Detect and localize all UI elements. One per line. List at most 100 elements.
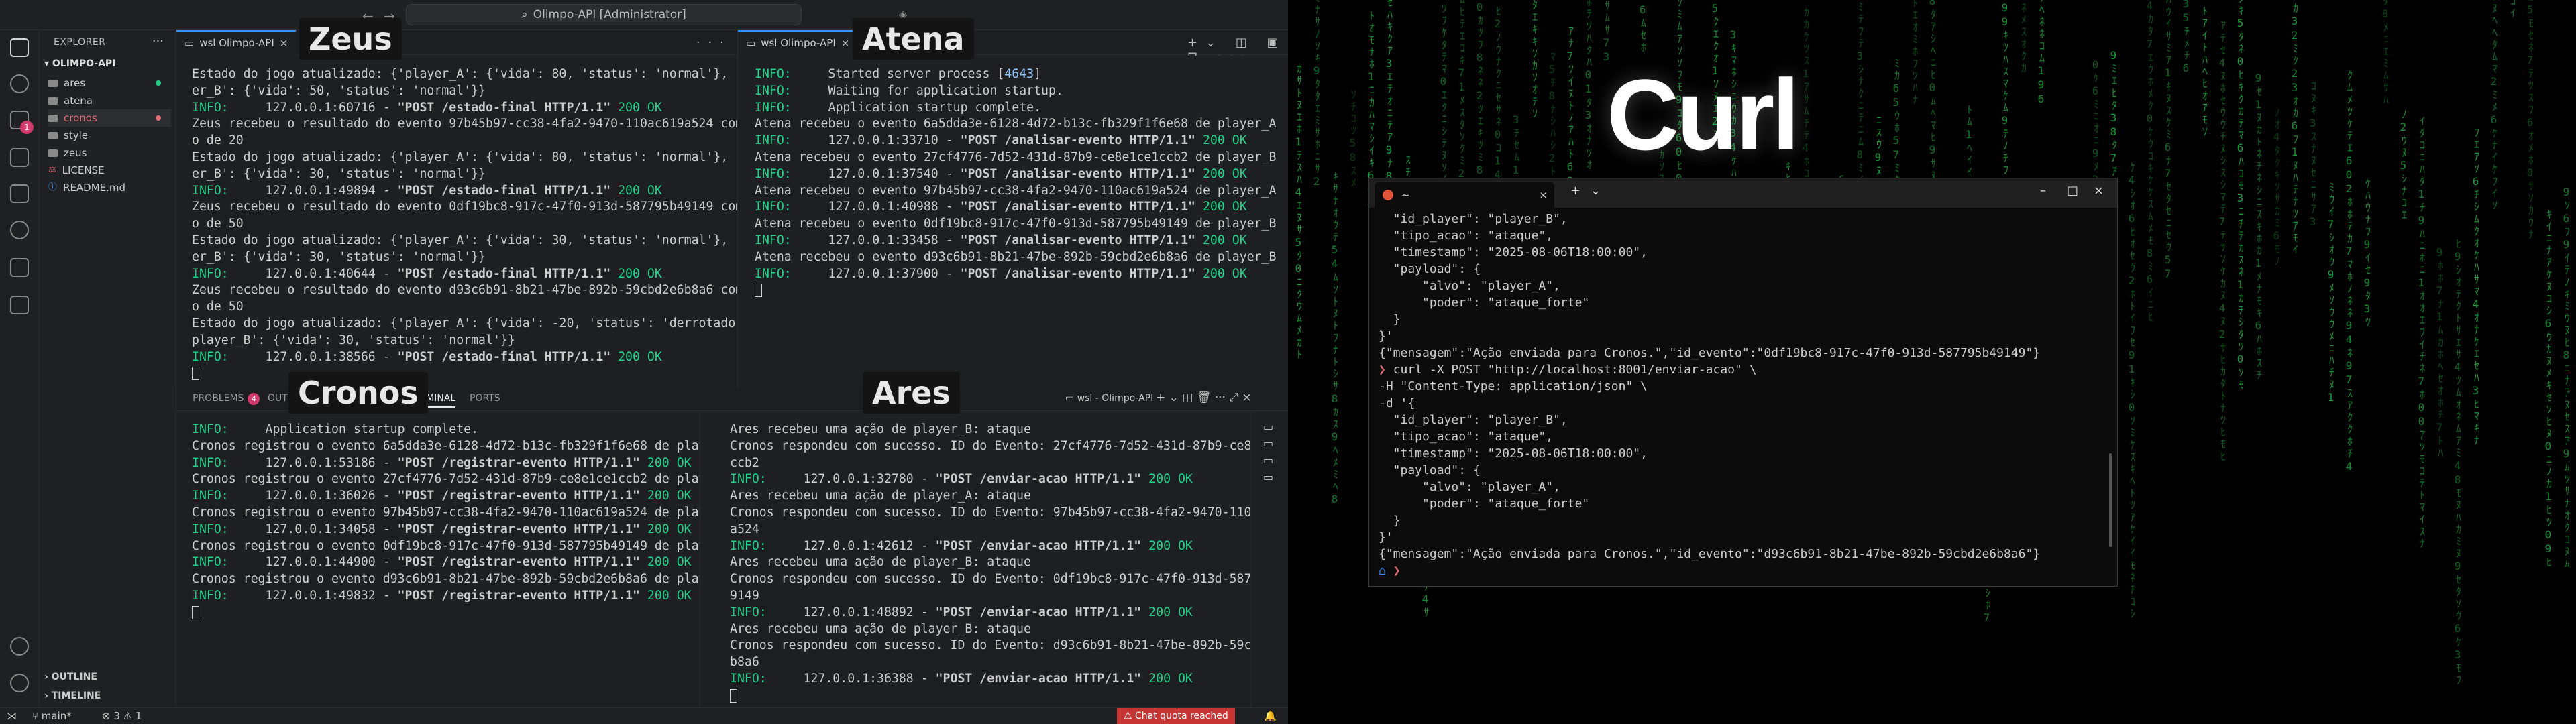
tree-item-zeus[interactable]: zeus: [48, 144, 87, 162]
terminal-text: Application startup complete.: [228, 422, 479, 436]
curl-terminal-output[interactable]: "id_player": "player_B", "tipo_acao": "a…: [1379, 210, 2040, 579]
terminal-line: "tipo_acao": "ataque",: [1379, 227, 2040, 244]
terminal-line: player_B': {'vida': 30, 'status': 'norma…: [192, 333, 737, 349]
problems-indicator[interactable]: ⊗ 3 ⚠ 1: [102, 710, 142, 722]
dropdown-icon[interactable]: ⌄: [1591, 184, 1601, 198]
cronos-terminal[interactable]: INFO: Application startup complete. Crono…: [176, 412, 700, 707]
terminal-text: Cronos respondeu com sucesso. ID do Even…: [730, 505, 1250, 520]
timeline-section[interactable]: › TIMELINE: [44, 690, 101, 701]
terminal-line: INFO: 127.0.0.1:48892 - "POST /enviar-ac…: [730, 605, 1250, 621]
more-actions-icon[interactable]: ···: [152, 34, 164, 48]
status-bar: ⋊ ⑂ main* ⊗ 3 ⚠ 1 ⚠ Chat quota reached 🔔: [0, 707, 1288, 724]
terminal-text: }: [1379, 312, 1401, 326]
tab-problems[interactable]: PROBLEMS 4: [193, 393, 260, 405]
extensions-icon[interactable]: [10, 296, 29, 314]
terminal-line: o de 20: [192, 133, 737, 149]
terminal-text: 9149: [730, 588, 759, 603]
tree-item-style[interactable]: style: [48, 127, 88, 144]
terminal-text: "POST /analisar-evento HTTP/1.1": [960, 166, 1196, 181]
terminal-text: 200 OK: [1141, 605, 1193, 619]
terminal-line: INFO: Waiting for application startup.: [755, 83, 1276, 100]
terminal-instance-icons[interactable]: ▭ ▭ ▭ ▭: [1263, 418, 1273, 485]
terminal-line: INFO: 127.0.0.1:38566 - "POST /estado-fi…: [192, 349, 737, 366]
notifications-icon[interactable]: 🔔: [1264, 710, 1277, 722]
terminal-line: er_B': {'vida': 50, 'status': 'normal'}}: [192, 83, 737, 100]
terminal-line: Atena recebeu o evento d93c6b91-8b21-47b…: [755, 249, 1276, 266]
close-icon[interactable]: ×: [841, 31, 850, 56]
matrix-rain-column: 2ﾂﾀｿﾄ5ｴ5ﾓｾﾈ7ﾃﾂｽﾌ6ｵﾒﾎ0ｻｿｶｳﾅ: [2524, 0, 2536, 241]
terminal-text: Cronos registrou o evento 27cf4776-7d52-…: [192, 472, 700, 487]
matrix-rain-column: ｱﾃｾ4ﾇﾎｾｳｳﾁﾇｼｽｼﾏﾃ7ﾃｻｿｹｶﾇ4ﾇ2ｻﾋｶﾀﾄﾅﾂﾋﾓﾋ: [2216, 20, 2229, 463]
terminal-text: 200 OK: [1141, 538, 1193, 553]
tree-item-ares[interactable]: ares: [48, 74, 161, 92]
more-actions-icon[interactable]: ···: [696, 36, 732, 50]
run-debug-icon[interactable]: [10, 148, 29, 167]
ares-terminal[interactable]: Ares recebeu uma ação de player_B: ataqu…: [700, 412, 1250, 707]
terminal-line: Cronos respondeu com sucesso. ID do Even…: [730, 438, 1250, 455]
terminal-text: INFO:: [755, 200, 792, 215]
terminal-text: Cronos respondeu com sucesso. ID do Even…: [730, 638, 1250, 653]
testing-icon[interactable]: [10, 221, 29, 239]
atena-terminal[interactable]: INFO: Started server process [4643] INFO:…: [738, 56, 1288, 387]
license-icon: ⚖: [48, 165, 56, 175]
terminal-tab[interactable]: ~ ×: [1375, 182, 1554, 208]
terminal-scrollbar[interactable]: [2109, 453, 2112, 547]
tab-zeus-terminal[interactable]: ▭ wsl Olimpo-API ×: [176, 30, 297, 56]
terminal-select[interactable]: ▭ wsl - Olimpo-API: [1065, 393, 1153, 404]
terminal-text: curl -X POST "http://localhost:8001/envi…: [1393, 363, 1757, 377]
terminal-line: "poder": "ataque_forte": [1379, 495, 2040, 512]
matrix-rain-column: ｸﾑﾒﾂｹﾃｴ602ﾎﾎﾃｶ7ﾏﾎﾉﾈﾈ94ﾈ97ｽｱｸｸﾎﾁ4: [2343, 70, 2355, 474]
terminal-line: INFO: 127.0.0.1:34058 - "POST /registrar…: [192, 522, 700, 538]
branch-indicator[interactable]: ⑂ main*: [32, 710, 72, 722]
terminal-line: Estado do jogo atualizado: {'player_A': …: [192, 66, 737, 83]
terminal-text: 127.0.0.1:49894 -: [228, 183, 398, 198]
tree-item-readme-md[interactable]: ⓘ README.md: [48, 179, 125, 196]
close-window-icon[interactable]: ×: [2094, 184, 2104, 198]
terminal-line: INFO: 127.0.0.1:44900 - "POST /registrar…: [192, 554, 700, 571]
terminal-line: INFO: 127.0.0.1:32780 - "POST /enviar-ac…: [730, 471, 1250, 488]
tab-ports[interactable]: PORTS: [470, 393, 500, 404]
matrix-rain-column: ｹﾊｳﾅﾌ9ｲｾ9ﾀ3ﾂ: [2361, 178, 2373, 328]
new-tab-icon[interactable]: +: [1570, 184, 1580, 198]
terminal-text: INFO:: [730, 605, 767, 619]
account-icon[interactable]: [10, 637, 29, 656]
minimize-icon[interactable]: –: [2040, 184, 2046, 198]
tab-atena-terminal[interactable]: ▭ wsl Olimpo-API ×: [738, 30, 858, 56]
terminal-line: Cronos respondeu com sucesso. ID do Even…: [730, 505, 1250, 522]
matrix-rain-column: 4ｵﾒﾍｱﾌｹｸﾊｳｲｻﾐｱ1ｷﾇｽｹﾐ6ﾅ7ｾﾀｾﾆｾｳ57: [2161, 0, 2174, 282]
terminal-text: {"mensagem":"Ação enviada para Cronos.",…: [1379, 547, 2041, 561]
folder-icon: [48, 114, 58, 122]
terminal-text: 200 OK: [639, 522, 692, 536]
explorer-icon[interactable]: [10, 38, 29, 57]
explorer-root[interactable]: ▾ OLIMPO-API: [44, 58, 115, 69]
command-center[interactable]: ⌕ Olimpo-API [Administrator]: [406, 4, 802, 25]
outline-section[interactable]: › OUTLINE: [44, 672, 97, 682]
terminal-line: Estado do jogo atualizado: {'player_A': …: [192, 149, 737, 166]
terminal-text: 200 OK: [639, 588, 692, 603]
close-icon[interactable]: ×: [280, 31, 288, 56]
terminal-line: "alvo": "player_A",: [1379, 278, 2040, 294]
chat-quota-status[interactable]: ⚠ Chat quota reached: [1117, 708, 1235, 724]
tree-item-cronos[interactable]: cronos: [48, 109, 171, 127]
tree-item-license[interactable]: ⚖ LICENSE: [48, 162, 105, 179]
panel-toolbar-icons[interactable]: + ⌄ ◫ 🗑 ··· ⤢ ×: [1156, 391, 1252, 404]
ubuntu-icon: [1383, 190, 1393, 200]
modified-dot: [156, 115, 161, 121]
remote-indicator-icon[interactable]: ⋊: [7, 710, 17, 722]
tree-item-atena[interactable]: atena: [48, 92, 93, 109]
terminal-text: "timestamp": "2025-08-06T18:00:00",: [1379, 245, 1648, 259]
remote-explorer-icon[interactable]: [10, 184, 29, 203]
terminal-text: }': [1379, 530, 1393, 544]
close-tab-icon[interactable]: ×: [1539, 182, 1548, 208]
maximize-icon[interactable]: □: [2067, 184, 2078, 198]
terminal-text: "POST /analisar-evento HTTP/1.1": [960, 133, 1196, 148]
search-icon[interactable]: [10, 74, 29, 93]
zeus-terminal[interactable]: Estado do jogo atualizado: {'player_A': …: [176, 56, 737, 387]
containers-icon[interactable]: [10, 258, 29, 277]
tab-output[interactable]: OUT: [268, 393, 288, 404]
terminal-text: {"mensagem":"Ação enviada para Cronos.",…: [1379, 346, 2041, 360]
gear-icon[interactable]: [10, 674, 29, 692]
terminal-line: b8a6: [730, 654, 1250, 671]
overlay-label-atena: Atena: [853, 18, 974, 60]
terminal-text: INFO:: [192, 555, 229, 570]
